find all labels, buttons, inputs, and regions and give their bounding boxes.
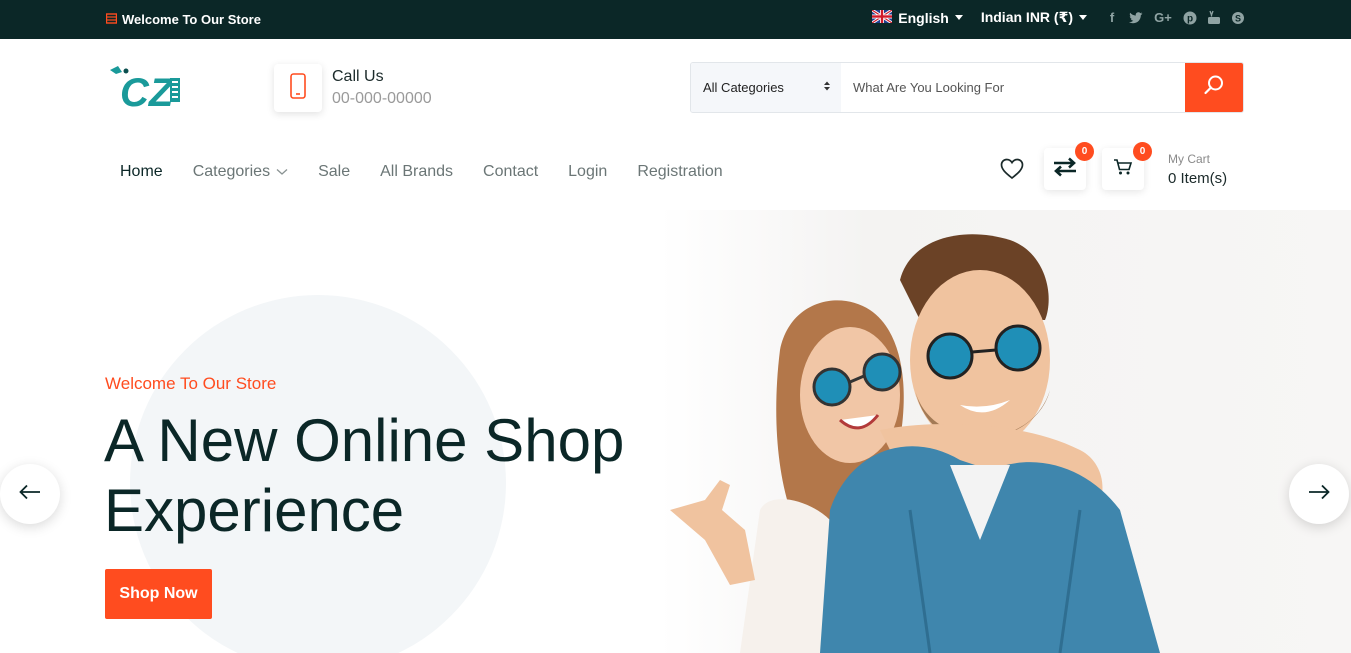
cart-items: 0 Item(s) (1168, 169, 1228, 187)
caret-down-icon (954, 15, 963, 20)
google-plus-icon[interactable]: G+ (1153, 10, 1173, 25)
cart-count-badge: 0 (1133, 142, 1152, 161)
header-actions: 0 0 My Cart 0 Item(s) (1000, 142, 1227, 190)
call-us-block: Call Us 00-000-00000 (274, 64, 432, 112)
nav-login-label: Login (568, 163, 608, 180)
hero-slider: Welcome To Our Store A New Online Shop E… (0, 210, 1351, 653)
language-label: English (898, 9, 949, 26)
search-bar: All Categories (690, 62, 1244, 113)
hero-image (660, 210, 1351, 653)
hero-title-line1: A New Online Shop (104, 407, 625, 474)
nav-registration-label: Registration (637, 163, 723, 180)
caret-down-icon (1079, 15, 1087, 20)
site-logo[interactable]: CZ (108, 62, 188, 115)
cart-icon (1113, 158, 1133, 181)
search-button[interactable] (1185, 63, 1243, 112)
store-icon (105, 12, 118, 27)
top-welcome: Welcome To Our Store (105, 12, 261, 27)
call-us-label: Call Us (332, 68, 384, 85)
svg-text:CZ: CZ (120, 71, 175, 110)
pinterest-icon[interactable]: p (1183, 11, 1197, 25)
nav-all-brands[interactable]: All Brands (380, 160, 453, 184)
search-input[interactable] (841, 63, 1185, 112)
main-nav: Home Categories Sale All Brands Contact … (120, 160, 723, 184)
phone-icon-box (274, 64, 322, 112)
arrow-right-icon (1308, 484, 1330, 505)
select-arrows-icon (823, 80, 831, 95)
cart-summary[interactable]: My Cart 0 Item(s) (1168, 152, 1227, 187)
uk-flag-icon (871, 8, 894, 26)
youtube-icon[interactable] (1207, 10, 1221, 25)
nav-sale-label: Sale (318, 163, 351, 180)
mobile-phone-icon (290, 72, 306, 104)
compare-button[interactable]: 0 (1044, 142, 1094, 190)
chevron-down-icon (276, 163, 288, 181)
social-links: f G+ p S (1105, 10, 1245, 25)
cart-button[interactable]: 0 (1102, 142, 1152, 190)
nav-home[interactable]: Home (120, 160, 163, 184)
hero-title: A New Online Shop Experience (104, 406, 664, 546)
nav-all-brands-label: All Brands (380, 163, 454, 180)
svg-text:p: p (1187, 13, 1193, 24)
facebook-icon[interactable]: f (1105, 10, 1119, 25)
nav-sale[interactable]: Sale (318, 160, 350, 184)
nav-login[interactable]: Login (568, 160, 607, 184)
wishlist-heart-icon[interactable] (1000, 158, 1024, 180)
category-select-value: All Categories (703, 80, 784, 95)
language-dropdown[interactable]: English (871, 8, 963, 26)
slider-next-button[interactable] (1289, 464, 1349, 524)
hero-subtitle: Welcome To Our Store (105, 374, 277, 393)
category-select[interactable]: All Categories (691, 63, 841, 112)
skype-icon[interactable]: S (1231, 11, 1245, 25)
slider-prev-button[interactable] (0, 464, 60, 524)
call-us-number[interactable]: 00-000-00000 (332, 90, 432, 108)
currency-dropdown[interactable]: Indian INR (₹) (981, 9, 1087, 26)
nav-home-label: Home (120, 163, 163, 180)
search-icon (1203, 74, 1225, 101)
svg-text:S: S (1235, 13, 1241, 23)
nav-categories[interactable]: Categories (193, 160, 288, 184)
compare-arrows-icon (1052, 157, 1078, 182)
nav-contact-label: Contact (483, 163, 539, 180)
top-welcome-text: Welcome To Our Store (122, 12, 261, 27)
top-bar: Welcome To Our Store English Indian INR … (0, 0, 1351, 39)
cart-label: My Cart (1168, 151, 1210, 166)
arrow-left-icon (19, 484, 41, 505)
hero-title-line2: Experience (104, 477, 405, 544)
compare-count-badge: 0 (1075, 142, 1094, 161)
shop-now-button[interactable]: Shop Now (105, 569, 212, 619)
nav-registration[interactable]: Registration (637, 160, 722, 184)
nav-contact[interactable]: Contact (483, 160, 538, 184)
currency-label: Indian INR (₹) (980, 9, 1073, 25)
nav-categories-label: Categories (192, 163, 271, 180)
twitter-icon[interactable] (1129, 11, 1143, 24)
